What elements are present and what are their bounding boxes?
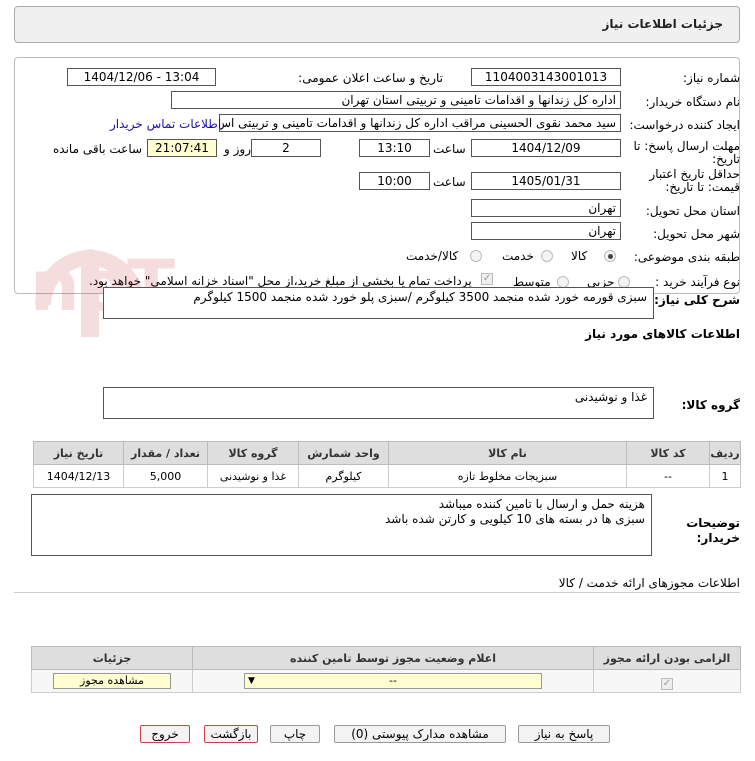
province-label: استان محل تحویل: (645, 204, 740, 218)
permit-status-value: -- (389, 674, 397, 687)
deadline-time-field: 13:10 (359, 139, 430, 157)
col-name: نام کالا (388, 441, 627, 465)
permits-title: اطلاعات مجوزهای ارائه خدمت / کالا (558, 576, 740, 590)
cell-unit: کیلوگرم (298, 464, 389, 488)
notes-line-1: هزینه حمل و ارسال با تامین کننده میباشد (438, 497, 645, 511)
permit-status-cell: -- ▼ (192, 669, 594, 693)
back-button[interactable]: بازگشت (204, 725, 258, 743)
deadline-label-1: مهلت ارسال پاسخ: تا (633, 139, 740, 153)
announce-field: 1404/12/06 - 13:04 (67, 68, 216, 86)
goods-group-label: گروه کالا: (681, 398, 740, 412)
city-label: شهر محل تحویل: (653, 227, 740, 241)
category-radio-both[interactable] (470, 250, 482, 262)
col-permit-status: اعلام وضعیت مجوز توسط تامین کننده (192, 646, 594, 670)
col-permit-details: جزئیات (31, 646, 193, 670)
creator-label: ایجاد کننده درخواست: (629, 118, 740, 132)
category-option-both: کالا/خدمت (406, 249, 459, 263)
need-number-label: شماره نیاز: (683, 71, 740, 85)
category-radio-goods[interactable] (604, 250, 616, 262)
print-button[interactable]: چاپ (270, 725, 320, 743)
remaining-time-field: 21:07:41 (147, 139, 217, 157)
validity-label-1: حداقل تاریخ اعتبار (649, 167, 740, 181)
permit-details-cell: مشاهده مجوز (31, 669, 193, 693)
validity-time-label: ساعت (433, 175, 466, 189)
deadline-date-field: 1404/12/09 (471, 139, 621, 157)
permits-table: الزامی بودن ارائه مجوز اعلام وضعیت مجوز … (31, 646, 741, 693)
days-label: روز و (224, 142, 251, 156)
category-label: طبقه بندی موضوعی: (633, 250, 740, 264)
validity-time-field: 10:00 (359, 172, 430, 190)
category-option-goods: کالا (571, 249, 588, 263)
table-row: 1 -- سبزیجات مخلوط تازه کیلوگرم غذا و نو… (33, 464, 741, 488)
reply-button[interactable]: پاسخ به نیاز (518, 725, 610, 743)
page-title: جزئیات اطلاعات نیاز (602, 17, 723, 31)
creator-field: سید محمد نقوی الحسینی مراقب اداره کل زند… (219, 114, 621, 132)
col-need-date: تاریخ نیاز (33, 441, 124, 465)
col-quantity: تعداد / مقدار (123, 441, 208, 465)
permit-required-cell: ✓ (593, 669, 741, 693)
treasury-payment-note: پرداخت تمام یا بخشی از مبلغ خرید،از محل … (89, 274, 472, 288)
permits-header-row: الزامی بودن ارائه مجوز اعلام وضعیت مجوز … (31, 646, 741, 670)
cell-need-date: 1404/12/13 (33, 464, 124, 488)
treasury-payment-checkbox[interactable]: ✓ (481, 273, 493, 285)
cell-group: غذا و نوشیدنی (207, 464, 299, 488)
deadline-label-2: تاریخ: (712, 152, 740, 166)
goods-group-textarea: غذا و نوشیدنی (103, 387, 654, 419)
permit-status-select[interactable]: -- ▼ (244, 673, 542, 689)
cell-code: -- (626, 464, 710, 488)
exit-button[interactable]: خروج (140, 725, 190, 743)
col-row: ردیف (709, 441, 741, 465)
table-row: ✓ -- ▼ مشاهده مجوز (31, 669, 741, 693)
validity-label-2: قیمت: تا تاریخ: (665, 180, 740, 194)
view-attachments-button[interactable]: مشاهده مدارک پیوستی (0) (334, 725, 506, 743)
remaining-time-label: ساعت باقی مانده (53, 142, 143, 156)
province-field: تهران (471, 199, 621, 217)
col-permit-required: الزامی بودن ارائه مجوز (593, 646, 741, 670)
notes-label-1: توضیحات (686, 516, 740, 530)
cell-quantity: 5,000 (123, 464, 208, 488)
notes-line-2: سبزی ها در بسته های 10 کیلویی و کارتن شد… (385, 512, 645, 526)
buyer-field: اداره کل زندانها و اقدامات تامینی و تربی… (171, 91, 621, 109)
days-remaining-field: 2 (251, 139, 321, 157)
goods-table: ردیف کد کالا نام کالا واحد شمارش گروه کا… (33, 441, 741, 488)
category-option-service: خدمت (502, 249, 534, 263)
col-unit: واحد شمارش (298, 441, 389, 465)
cell-row: 1 (709, 464, 741, 488)
permit-required-checkbox[interactable]: ✓ (661, 678, 673, 690)
page-header: جزئیات اطلاعات نیاز (14, 6, 740, 43)
announce-label: تاریخ و ساعت اعلان عمومی: (298, 71, 443, 85)
process-label: نوع فرآیند خرید : (655, 275, 740, 289)
notes-label-2: خریدار: (696, 531, 740, 545)
col-code: کد کالا (626, 441, 710, 465)
chevron-down-icon: ▼ (248, 676, 255, 686)
goods-info-title: اطلاعات کالاهای مورد نیاز (585, 327, 740, 341)
summary-label: شرح کلی نیاز: (654, 293, 740, 307)
validity-date-field: 1405/01/31 (471, 172, 621, 190)
need-number-field: 1104003143001013 (471, 68, 621, 86)
category-radio-service[interactable] (541, 250, 553, 262)
deadline-time-label: ساعت (433, 142, 466, 156)
buyer-label: نام دستگاه خریدار: (645, 95, 741, 109)
goods-table-header-row: ردیف کد کالا نام کالا واحد شمارش گروه کا… (33, 441, 741, 465)
summary-textarea: سبزی قورمه خورد شده منجمد 3500 کیلوگرم /… (103, 287, 654, 319)
buyer-notes-textarea: هزینه حمل و ارسال با تامین کننده میباشد … (31, 494, 652, 556)
cell-name: سبزیجات مخلوط تازه (388, 464, 627, 488)
city-field: تهران (471, 222, 621, 240)
view-permit-button[interactable]: مشاهده مجوز (53, 673, 171, 689)
buyer-contact-link[interactable]: اطلاعات تماس خریدار (110, 117, 221, 131)
col-group: گروه کالا (207, 441, 299, 465)
permits-divider (14, 592, 740, 593)
